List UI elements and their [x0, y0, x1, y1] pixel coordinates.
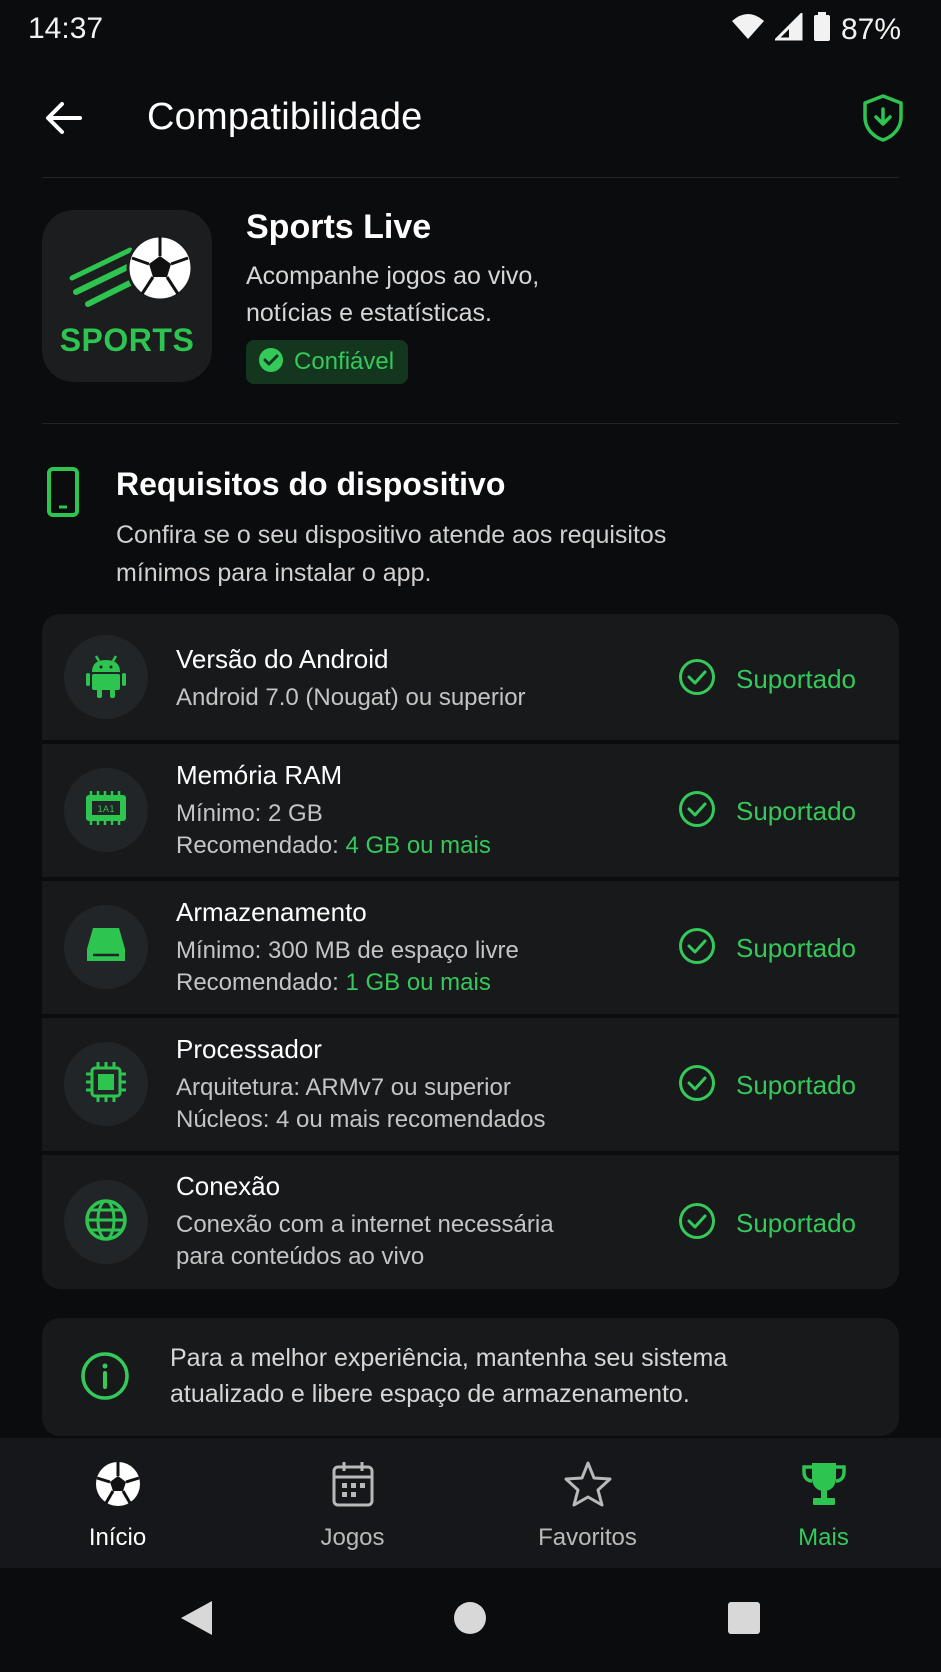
recommended-value: 1 GB ou mais [345, 969, 491, 996]
requirement-status: Suportado [678, 658, 856, 701]
requirement-recommended: Recomendado: 4 GB ou mais [176, 832, 491, 860]
requirement-recommended: Recomendado: 1 GB ou mais [176, 969, 491, 997]
check-circle-icon [678, 927, 716, 970]
requirement-detail: Mínimo: 2 GB [176, 800, 323, 827]
requirement-row-processor: Processador Arquitetura: ARMv7 ou superi… [42, 1018, 899, 1151]
requirement-detail: Conexão com a internet necessária [176, 1211, 554, 1238]
app-name: Sports Live [246, 208, 432, 246]
soccer-ball-icon [68, 222, 198, 327]
wifi-icon [731, 13, 765, 46]
requirement-detail: para conteúdos ao vivo [176, 1243, 425, 1270]
security-shield-button[interactable] [855, 90, 911, 150]
info-card: Para a melhor experiência, mantenha seu … [42, 1318, 899, 1436]
status-icons: 87% [731, 11, 901, 47]
system-navigation-bar [0, 1568, 941, 1672]
app-logo: SPORTS [42, 210, 212, 382]
requirement-title: Versão do Android [176, 644, 389, 674]
battery-icon [813, 12, 831, 47]
requirement-detail: Núcleos: 4 ou mais recomendados [176, 1106, 546, 1133]
app-header: Compatibilidade [0, 70, 941, 170]
trophy-icon [800, 1460, 848, 1513]
system-recents-button[interactable] [722, 1598, 766, 1642]
battery-percentage: 87% [840, 12, 901, 46]
android-icon [86, 652, 126, 703]
requirement-row-storage: Armazenamento Mínimo: 300 MB de espaço l… [42, 881, 899, 1014]
triangle-back-icon [178, 1599, 214, 1642]
calendar-icon [331, 1460, 375, 1513]
requirement-row-android: Versão do Android Android 7.0 (Nougat) o… [42, 614, 899, 740]
requirement-title: Conexão [176, 1171, 281, 1201]
status-label: Suportado [736, 1208, 856, 1238]
requirements-list: Versão do Android Android 7.0 (Nougat) o… [42, 614, 899, 1289]
requirement-detail: Arquitetura: ARMv7 ou superior [176, 1074, 511, 1101]
status-label: Suportado [736, 933, 856, 963]
memory-icon: 1A1 [83, 790, 129, 831]
requirement-row-connection: Conexão Conexão com a internet necessári… [42, 1155, 899, 1289]
nav-item-favoritos[interactable]: Favoritos [470, 1438, 705, 1568]
info-icon [80, 1351, 130, 1406]
page-title: Compatibilidade [147, 96, 423, 138]
cpu-icon [84, 1060, 128, 1109]
check-circle-icon [258, 347, 284, 378]
app-description: Acompanhe jogos ao vivo, notícias e esta… [246, 262, 540, 327]
requirement-status: Suportado [678, 927, 856, 970]
nav-item-inicio[interactable]: Início [0, 1438, 235, 1568]
app-logo-text: SPORTS [59, 322, 195, 358]
circle-home-icon [452, 1600, 488, 1641]
nav-label: Jogos [320, 1524, 385, 1551]
info-text: Para a melhor experiência, mantenha seu … [170, 1344, 728, 1408]
requirement-title: Processador [176, 1034, 322, 1064]
requirement-status: Suportado [678, 1202, 856, 1245]
requirement-detail: Android 7.0 (Nougat) ou superior [176, 684, 526, 711]
system-back-button[interactable] [174, 1598, 218, 1642]
requirements-subtitle: Confira se o seu dispositivo atende aos … [116, 521, 667, 587]
signal-icon [773, 11, 803, 46]
recommended-label: Recomendado: [176, 969, 346, 996]
divider [42, 177, 899, 178]
nav-label: Mais [798, 1524, 849, 1551]
requirement-status: Suportado [678, 790, 856, 833]
trusted-badge: Confiável [246, 340, 409, 384]
nav-item-jogos[interactable]: Jogos [235, 1438, 470, 1568]
requirement-detail: Mínimo: 300 MB de espaço livre [176, 937, 519, 964]
requirement-title: Armazenamento [176, 897, 367, 927]
nav-label: Início [88, 1524, 147, 1551]
recommended-value: 4 GB ou mais [345, 832, 491, 859]
arrow-left-icon [44, 100, 84, 141]
check-circle-icon [678, 1064, 716, 1107]
shield-check-icon [861, 93, 905, 148]
divider [42, 423, 899, 424]
status-label: Suportado [736, 796, 856, 826]
trusted-badge-label: Confiável [294, 348, 395, 375]
square-recents-icon [727, 1601, 761, 1640]
system-home-button[interactable] [448, 1598, 492, 1642]
status-label: Suportado [736, 1070, 856, 1100]
svg-text:1A1: 1A1 [97, 805, 115, 815]
soccer-ball-icon [94, 1460, 142, 1513]
recommended-label: Recomendado: [176, 832, 346, 859]
requirement-row-ram: 1A1 Memória RAM Mínimo: 2 GB Recomendado… [42, 744, 899, 877]
check-circle-icon [678, 790, 716, 833]
nav-item-mais[interactable]: Mais [706, 1438, 941, 1568]
status-time: 14:37 [28, 12, 104, 45]
globe-icon [83, 1197, 129, 1248]
storage-icon [85, 925, 127, 970]
requirement-status: Suportado [678, 1064, 856, 1107]
bottom-navigation: Início Jogos Favoritos Mais [0, 1438, 941, 1568]
status-bar: 14:37 87% [0, 0, 941, 60]
requirement-title: Memória RAM [176, 760, 343, 790]
check-circle-icon [678, 658, 716, 701]
smartphone-icon [46, 466, 80, 523]
nav-label: Favoritos [538, 1524, 637, 1551]
check-circle-icon [678, 1202, 716, 1245]
status-label: Suportado [736, 664, 856, 694]
back-button[interactable] [38, 94, 90, 146]
requirements-title: Requisitos do dispositivo [116, 466, 506, 502]
star-icon [563, 1460, 613, 1513]
